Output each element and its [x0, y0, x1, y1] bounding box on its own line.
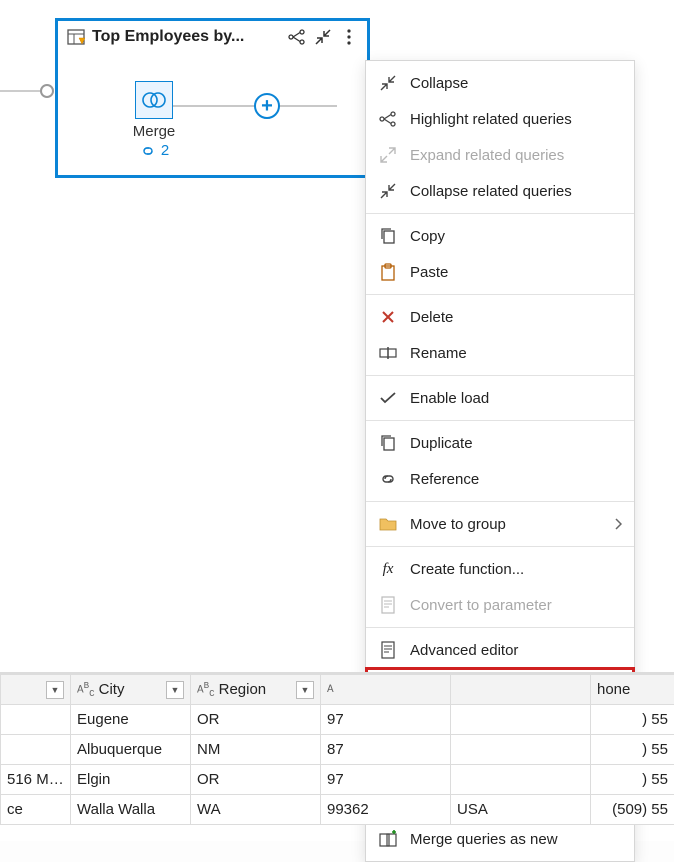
menu-duplicate[interactable]: Duplicate: [366, 425, 634, 461]
menu-rename[interactable]: Rename: [366, 335, 634, 371]
column-header-city[interactable]: ABCCity▼: [71, 675, 191, 705]
menu-advanced-editor[interactable]: Advanced editor: [366, 632, 634, 668]
menu-merge-new[interactable]: Merge queries as new: [366, 821, 634, 857]
filter-dropdown-icon[interactable]: ▼: [166, 681, 184, 699]
collapse-icon: [376, 71, 400, 95]
query-card-body: Merge 2 +: [58, 53, 367, 171]
expand-icon: [376, 143, 400, 167]
linked-queries-badge[interactable]: 2: [114, 142, 194, 159]
table-row[interactable]: 516 M…ElginOR97) 55: [1, 765, 674, 795]
menu-expand-related: Expand related queries: [366, 137, 634, 173]
table-header-row: ▼ ABCCity▼ ABCRegion▼ A hone: [1, 675, 674, 705]
menu-create-function[interactable]: fx Create function...: [366, 551, 634, 587]
query-card-header: Top Employees by...: [58, 21, 367, 53]
query-table-icon: [66, 27, 86, 47]
linked-count: 2: [161, 142, 169, 159]
menu-collapse-related[interactable]: Collapse related queries: [366, 173, 634, 209]
merge-new-icon: [376, 827, 400, 851]
menu-highlight-related[interactable]: Highlight related queries: [366, 101, 634, 137]
step-merge[interactable]: Merge 2: [114, 81, 194, 159]
menu-separator: [366, 501, 634, 502]
column-header[interactable]: ▼: [1, 675, 71, 705]
data-preview-table: ▼ ABCCity▼ ABCRegion▼ A hone EugeneOR97)…: [0, 672, 674, 825]
step-label: Merge: [114, 123, 194, 140]
menu-separator: [366, 627, 634, 628]
table-body: EugeneOR97) 55 AlbuquerqueNM87) 55 516 M…: [1, 705, 674, 825]
more-options-icon[interactable]: [339, 27, 359, 47]
menu-convert-parameter: Convert to parameter: [366, 587, 634, 623]
menu-separator: [366, 213, 634, 214]
text-type-icon: A: [327, 684, 334, 696]
menu-delete[interactable]: Delete: [366, 299, 634, 335]
menu-enable-load[interactable]: Enable load: [366, 380, 634, 416]
editor-icon: [376, 638, 400, 662]
text-type-icon: ABC: [197, 680, 215, 699]
connector-endpoint[interactable]: [40, 84, 54, 98]
reference-icon: [376, 467, 400, 491]
menu-paste[interactable]: Paste: [366, 254, 634, 290]
menu-separator: [366, 375, 634, 376]
connector-line: [0, 90, 40, 92]
delete-icon: [376, 305, 400, 329]
query-card[interactable]: Top Employees by... Merge 2: [55, 18, 370, 178]
related-queries-icon[interactable]: [287, 27, 307, 47]
diagram-canvas[interactable]: Top Employees by... Merge 2: [0, 0, 674, 841]
parameter-icon: [376, 593, 400, 617]
rename-icon: [376, 341, 400, 365]
folder-icon: [376, 512, 400, 536]
checkmark-icon: [376, 386, 400, 410]
column-header[interactable]: [451, 675, 591, 705]
column-header-region[interactable]: ABCRegion▼: [191, 675, 321, 705]
paste-icon: [376, 260, 400, 284]
table-row[interactable]: ceWalla WallaWA99362USA(509) 55: [1, 795, 674, 825]
collapse-icon: [376, 179, 400, 203]
duplicate-icon: [376, 431, 400, 455]
query-card-title: Top Employees by...: [92, 28, 281, 46]
merge-step-icon: [135, 81, 173, 119]
filter-dropdown-icon[interactable]: ▼: [46, 681, 64, 699]
menu-collapse[interactable]: Collapse: [366, 65, 634, 101]
menu-separator: [366, 420, 634, 421]
graph-icon: [376, 107, 400, 131]
menu-separator: [366, 294, 634, 295]
menu-reference[interactable]: Reference: [366, 461, 634, 497]
menu-copy[interactable]: Copy: [366, 218, 634, 254]
function-icon: fx: [376, 557, 400, 581]
table-row[interactable]: EugeneOR97) 55: [1, 705, 674, 735]
column-header-phone[interactable]: hone: [591, 675, 674, 705]
text-type-icon: ABC: [77, 680, 95, 699]
filter-dropdown-icon[interactable]: ▼: [296, 681, 314, 699]
menu-separator: [366, 546, 634, 547]
table-row[interactable]: AlbuquerqueNM87) 55: [1, 735, 674, 765]
column-header[interactable]: A: [321, 675, 451, 705]
copy-icon: [376, 224, 400, 248]
chevron-right-icon: [614, 518, 622, 530]
add-step-button[interactable]: +: [254, 93, 280, 119]
collapse-icon[interactable]: [313, 27, 333, 47]
menu-move-to-group[interactable]: Move to group: [366, 506, 634, 542]
